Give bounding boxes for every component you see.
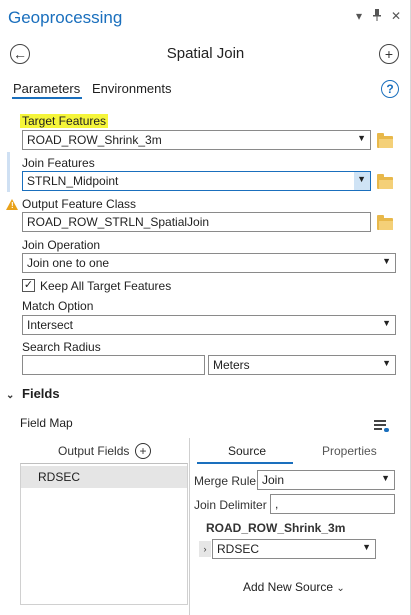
match-option-label: Match Option xyxy=(22,299,94,313)
field-map-label: Field Map xyxy=(20,416,73,430)
search-radius-label: Search Radius xyxy=(22,340,101,354)
output-feature-class-input[interactable]: ROAD_ROW_STRLN_SpatialJoin xyxy=(22,212,371,232)
fields-section-title: Fields xyxy=(22,386,60,401)
target-features-value: ROAD_ROW_Shrink_3m xyxy=(27,133,162,147)
folder-icon[interactable] xyxy=(377,133,393,148)
plus-icon: + xyxy=(139,444,147,458)
checkmark-icon: ✓ xyxy=(23,279,34,291)
target-features-input[interactable]: ROAD_ROW_Shrink_3m ▼ xyxy=(22,130,371,150)
pane-title: Geoprocessing xyxy=(8,8,123,27)
dropdown-arrow-icon[interactable]: ▼ xyxy=(382,256,391,266)
source-layer-name: ROAD_ROW_Shrink_3m xyxy=(206,521,346,535)
join-operation-label: Join Operation xyxy=(22,238,101,252)
chevron-down-icon: ⌄ xyxy=(336,583,345,594)
join-features-value: STRLN_Midpoint xyxy=(27,174,119,188)
plus-icon: + xyxy=(384,46,394,62)
dropdown-arrow-icon[interactable]: ▼ xyxy=(357,174,366,184)
dropdown-arrow-icon[interactable]: ▼ xyxy=(381,473,390,483)
merge-rule-label: Merge Rule xyxy=(194,474,257,488)
fields-section-header[interactable]: ⌄ Fields xyxy=(6,386,60,401)
join-delimiter-value: , xyxy=(275,497,279,511)
merge-rule-value: Join xyxy=(262,473,285,487)
add-new-source-label: Add New Source xyxy=(243,580,334,594)
folder-icon[interactable] xyxy=(377,215,393,230)
output-feature-class-label: Output Feature Class xyxy=(22,197,137,211)
target-features-label: Target Features xyxy=(20,114,109,128)
keep-all-checkbox[interactable]: ✓ xyxy=(22,279,35,292)
dropdown-arrow-icon[interactable]: ▼ xyxy=(382,318,391,328)
dropdown-arrow-icon[interactable]: ▼ xyxy=(357,133,366,143)
active-tab-indicator xyxy=(12,97,82,99)
join-delimiter-label: Join Delimiter xyxy=(194,498,267,512)
tool-title: Spatial Join xyxy=(166,45,245,62)
join-features-input[interactable]: STRLN_Midpoint ▼ xyxy=(22,171,371,191)
chevron-right-icon[interactable]: › xyxy=(199,541,211,557)
dropdown-arrow-icon[interactable]: ▼ xyxy=(362,542,371,552)
add-field-button[interactable]: + xyxy=(135,443,151,459)
help-icon: ? xyxy=(386,82,394,96)
chevron-down-icon: ⌄ xyxy=(6,390,15,401)
tab-parameters[interactable]: Parameters xyxy=(13,81,80,96)
keep-all-label: Keep All Target Features xyxy=(40,279,172,293)
chevron-down-icon[interactable]: ▾ xyxy=(356,9,362,23)
search-radius-unit-select[interactable]: Meters ▼ xyxy=(208,355,396,375)
field-map-options-icon[interactable] xyxy=(374,418,390,434)
output-feature-class-value: ROAD_ROW_STRLN_SpatialJoin xyxy=(27,215,210,229)
match-option-select[interactable]: Intersect ▼ xyxy=(22,315,396,335)
tab-source[interactable]: Source xyxy=(228,444,266,458)
output-field-name: RDSEC xyxy=(38,470,81,484)
match-option-value: Intersect xyxy=(27,318,74,332)
active-parameter-indicator xyxy=(7,152,10,192)
output-fields-header: Output Fields xyxy=(58,444,130,458)
active-tab-indicator xyxy=(197,462,293,464)
dropdown-arrow-icon[interactable]: ▼ xyxy=(382,358,391,368)
add-new-source-button[interactable]: Add New Source ⌄ xyxy=(243,580,345,594)
search-radius-unit-value: Meters xyxy=(213,358,250,372)
help-button[interactable]: ? xyxy=(381,80,399,98)
tab-environments[interactable]: Environments xyxy=(92,81,171,96)
source-field-select[interactable]: RDSEC ▼ xyxy=(212,539,376,559)
pin-icon[interactable] xyxy=(372,9,382,24)
search-radius-input[interactable] xyxy=(22,355,205,375)
close-icon[interactable]: ✕ xyxy=(391,9,401,23)
add-button[interactable]: + xyxy=(379,44,399,64)
merge-rule-select[interactable]: Join ▼ xyxy=(257,470,395,490)
tab-properties[interactable]: Properties xyxy=(322,444,377,458)
join-features-label: Join Features xyxy=(22,156,95,170)
join-operation-value: Join one to one xyxy=(27,256,110,270)
join-operation-select[interactable]: Join one to one ▼ xyxy=(22,253,396,273)
join-delimiter-input[interactable]: , xyxy=(270,494,395,514)
source-field-value: RDSEC xyxy=(217,542,260,556)
folder-icon[interactable] xyxy=(377,174,393,189)
column-divider[interactable] xyxy=(189,438,190,615)
geoprocessing-pane: Geoprocessing ▾ ✕ ← Spatial Join + Param… xyxy=(0,0,411,615)
